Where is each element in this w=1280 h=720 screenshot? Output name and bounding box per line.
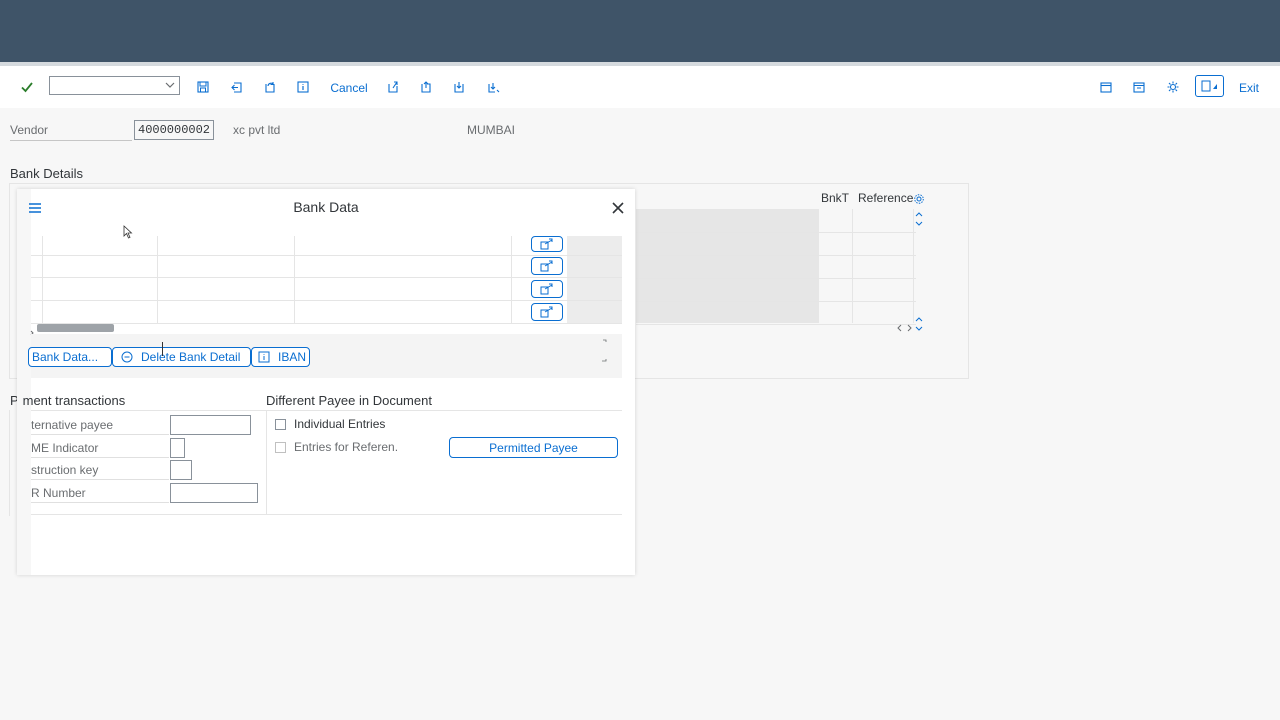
individual-entries-checkbox[interactable] xyxy=(275,419,286,430)
row-detail-button[interactable] xyxy=(531,280,563,298)
exit-screen-icon[interactable] xyxy=(257,74,283,100)
settings-gear-icon[interactable] xyxy=(1160,74,1186,100)
label-underline xyxy=(31,502,169,503)
save-icon[interactable] xyxy=(190,74,216,100)
column-settings-icon[interactable] xyxy=(913,192,925,204)
vendor-number-field[interactable]: 4000000002 xyxy=(134,120,214,140)
column-divider xyxy=(511,236,512,323)
command-field[interactable] xyxy=(49,76,180,95)
external-link-icon xyxy=(540,283,553,295)
vendor-label: Vendor xyxy=(10,123,49,137)
previous-page-icon[interactable] xyxy=(413,74,439,100)
info-icon[interactable] xyxy=(290,74,316,100)
table-row xyxy=(636,278,916,302)
new-window-icon[interactable] xyxy=(1093,74,1119,100)
alternative-payee-input[interactable] xyxy=(170,415,251,435)
external-link-icon xyxy=(540,306,553,318)
confirm-check-icon[interactable] xyxy=(14,74,40,100)
more-menu-icon[interactable] xyxy=(1195,75,1224,97)
entries-for-reference-label: Entries for Referen. xyxy=(294,440,399,454)
individual-entries-label: Individual Entries xyxy=(294,417,386,431)
last-page-icon[interactable] xyxy=(480,74,506,100)
table-row xyxy=(636,232,916,256)
section-divider xyxy=(31,514,622,515)
scroll-up-icon[interactable] xyxy=(914,210,924,228)
delete-bank-detail-button[interactable]: Delete Bank Detail xyxy=(112,347,251,367)
dialog-left-gutter xyxy=(17,189,31,575)
row-detail-button[interactable] xyxy=(531,257,563,275)
resize-handle[interactable] xyxy=(601,339,607,363)
dialog-title: Bank Data xyxy=(293,199,359,215)
layout-icon[interactable] xyxy=(1126,74,1152,100)
row-detail-button[interactable] xyxy=(531,303,563,321)
back-icon[interactable] xyxy=(224,74,250,100)
table-row xyxy=(636,301,916,325)
hamburger-menu-icon[interactable] xyxy=(27,200,43,216)
isr-number-label: R Number xyxy=(31,486,86,500)
horizontal-scrollbar-thumb[interactable] xyxy=(37,324,114,332)
entries-for-reference-checkbox[interactable] xyxy=(275,442,286,453)
dme-indicator-input[interactable] xyxy=(170,438,185,458)
label-underline xyxy=(31,479,169,480)
label-underline xyxy=(31,457,169,458)
close-icon[interactable] xyxy=(610,200,626,216)
instruction-key-label: struction key xyxy=(31,463,99,477)
different-payee-title: Different Payee in Document xyxy=(266,393,432,408)
delete-bank-detail-label: Delete Bank Detail xyxy=(141,350,241,364)
info-box-icon xyxy=(258,351,270,363)
column-divider xyxy=(294,236,295,323)
remove-circle-icon xyxy=(121,351,133,363)
text-cursor-icon xyxy=(161,341,164,357)
bank-data-button[interactable]: Bank Data... xyxy=(28,347,112,367)
column-divider xyxy=(157,236,158,323)
instruction-key-input[interactable] xyxy=(170,460,192,480)
label-underline xyxy=(31,434,169,435)
vendor-name: xc pvt ltd xyxy=(233,123,281,137)
mouse-pointer-icon xyxy=(123,225,133,239)
bank-details-title: Bank Details xyxy=(10,166,83,181)
external-link-icon xyxy=(540,238,553,250)
next-page-icon[interactable] xyxy=(446,74,472,100)
section-divider-vertical xyxy=(266,410,267,514)
row-detail-button[interactable] xyxy=(531,236,563,252)
scroll-down-icon[interactable] xyxy=(914,315,924,333)
exit-button[interactable]: Exit xyxy=(1234,74,1264,102)
horizontal-scroll-arrows-icon[interactable] xyxy=(895,321,915,333)
payment-transactions-title: ment transactions xyxy=(19,393,219,408)
table-row xyxy=(636,209,916,233)
alternative-payee-label: ternative payee xyxy=(31,418,114,432)
permitted-payee-button[interactable]: Permitted Payee xyxy=(449,437,618,458)
section-divider xyxy=(31,410,622,411)
dme-indicator-label: ME Indicator xyxy=(31,441,99,455)
column-reference: Reference xyxy=(858,191,914,205)
column-divider xyxy=(852,209,853,323)
external-link-icon xyxy=(540,260,553,272)
payment-transactions-title-text: ment transactions xyxy=(22,393,126,408)
iban-label: IBAN xyxy=(278,350,307,364)
column-divider xyxy=(42,236,43,323)
vendor-label-underline xyxy=(10,140,132,141)
vendor-city: MUMBAI xyxy=(467,123,515,137)
chevron-down-icon xyxy=(165,82,175,88)
cancel-button[interactable]: Cancel xyxy=(326,74,372,102)
shell-header xyxy=(0,0,1280,62)
column-bnkt: BnkT xyxy=(821,191,850,205)
iban-button[interactable]: IBAN xyxy=(251,347,310,367)
isr-number-input[interactable] xyxy=(170,483,258,503)
scroll-left-icon[interactable] xyxy=(29,324,35,336)
table-row xyxy=(636,255,916,279)
first-page-icon[interactable] xyxy=(380,74,406,100)
